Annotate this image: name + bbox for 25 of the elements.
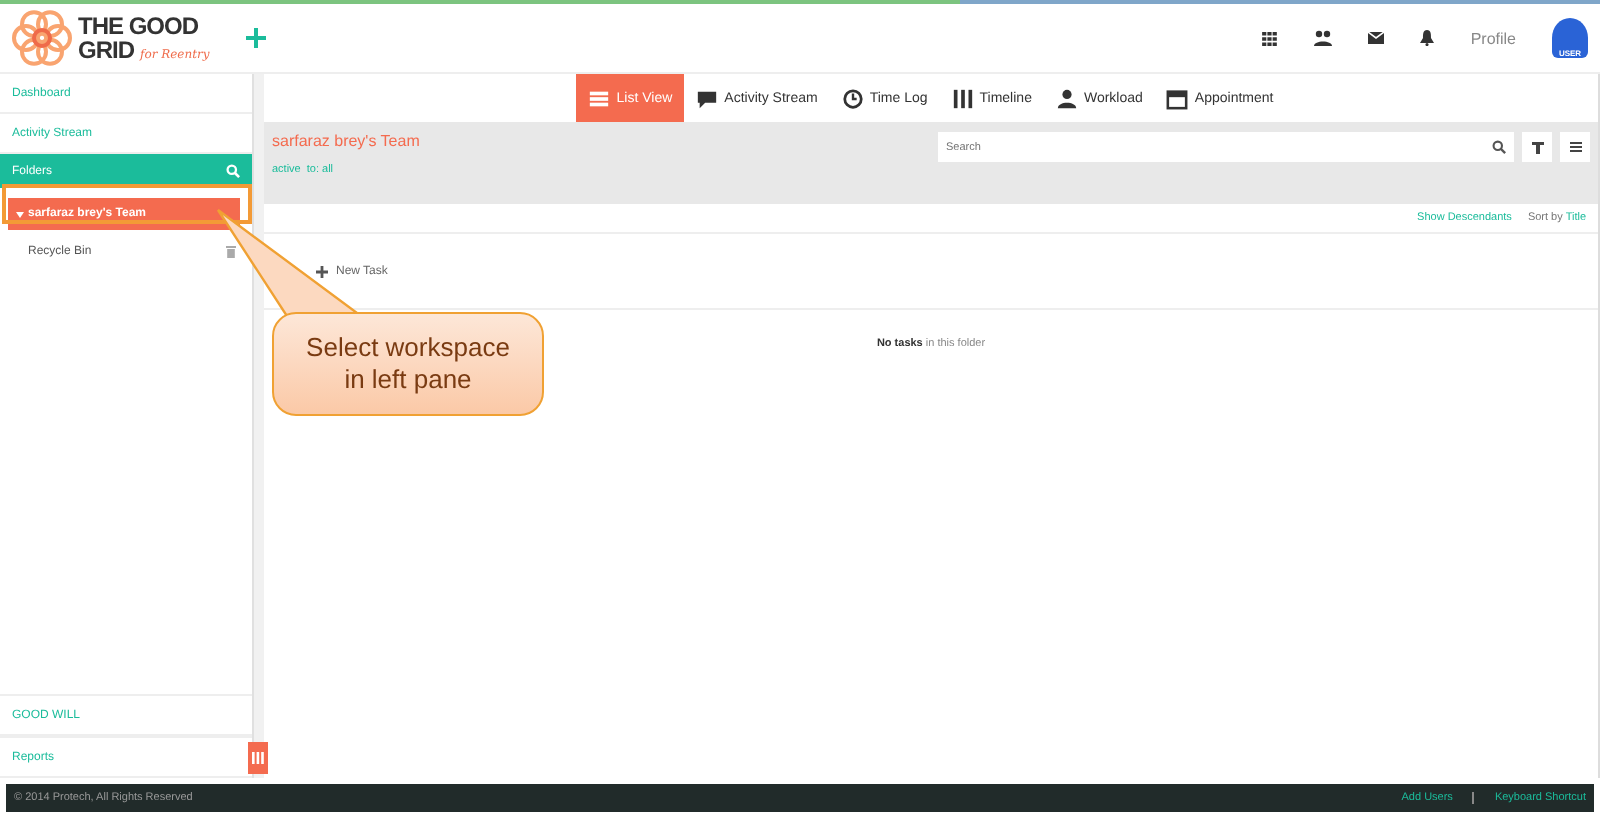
grid-icon[interactable] [1262, 31, 1279, 45]
logo-text: THE GOOD [78, 14, 201, 38]
mail-icon[interactable] [1368, 32, 1385, 44]
filter-icon [1531, 141, 1543, 153]
search-icon[interactable] [1492, 140, 1506, 154]
menu-icon [1569, 142, 1581, 152]
clock-icon [841, 87, 864, 109]
add-icon[interactable] [316, 265, 328, 277]
team-title: sarfaraz brey's Team [272, 132, 420, 150]
flower-logo-icon [12, 8, 72, 68]
bell-icon[interactable] [1420, 30, 1435, 46]
bars-icon [951, 87, 974, 109]
comment-icon [696, 87, 719, 109]
menu-button[interactable] [1560, 132, 1590, 162]
logo-text: GRID [78, 38, 134, 62]
columns-icon [252, 752, 264, 764]
users-icon[interactable] [1314, 30, 1333, 46]
user-icon [1055, 87, 1078, 109]
callout-text: Select workspace in left pane [272, 312, 544, 416]
pane-toggle-button[interactable] [248, 742, 268, 774]
list-icon [588, 87, 611, 109]
caret-icon [16, 211, 24, 217]
filter-button[interactable] [1522, 132, 1552, 162]
profile-link[interactable]: Profile [1470, 29, 1516, 47]
calendar-icon [1166, 87, 1189, 109]
